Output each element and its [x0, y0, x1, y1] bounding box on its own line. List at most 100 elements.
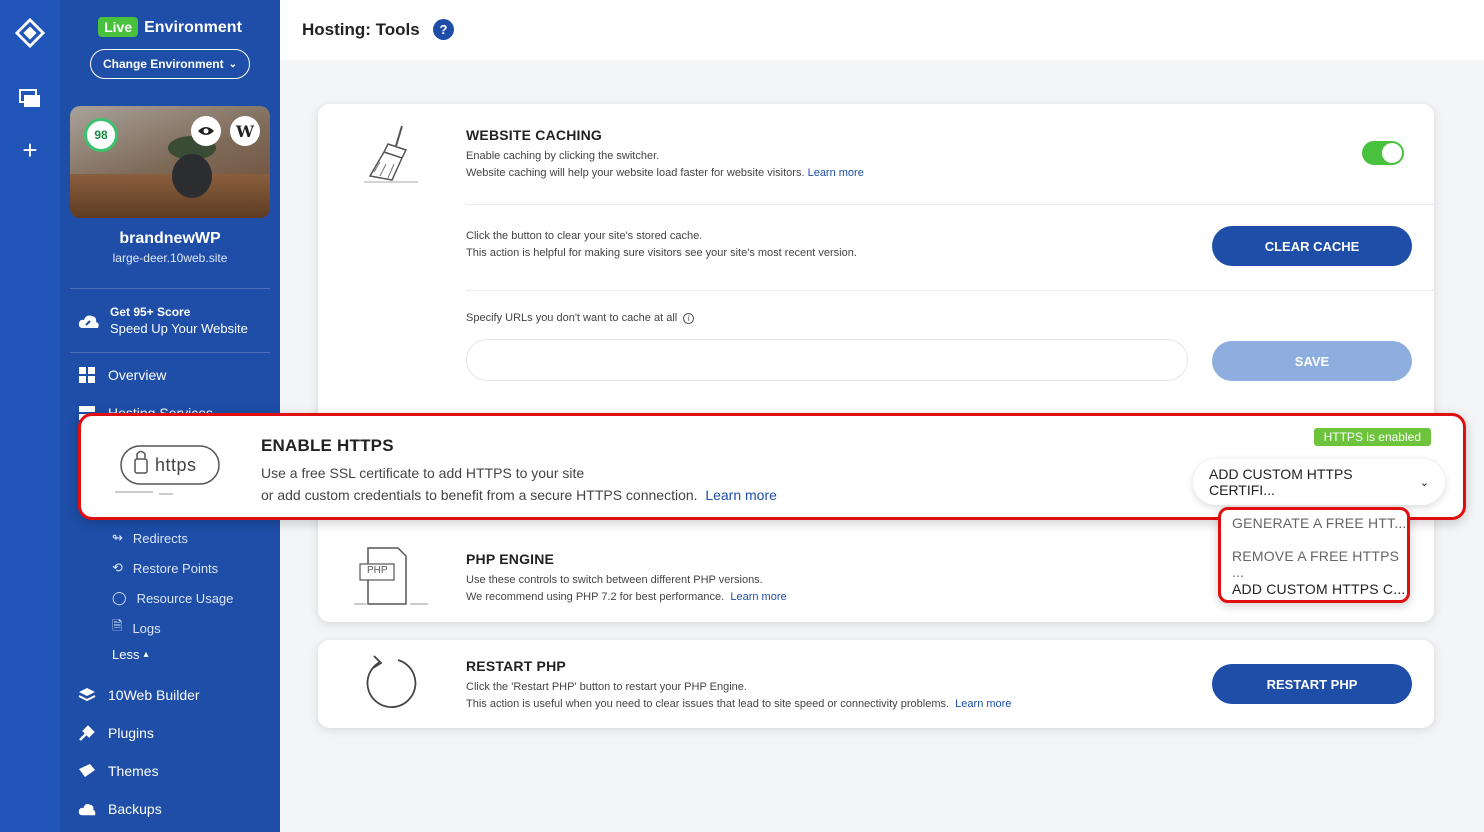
help-icon[interactable]: ? [433, 19, 454, 40]
thumbnail-pot [172, 154, 212, 198]
nav-overview-label: Overview [108, 367, 167, 383]
promo-subtitle: Speed Up Your Website [110, 321, 248, 336]
less-toggle-label: Less [112, 646, 140, 662]
https-logo-text: https [155, 455, 197, 475]
exclude-urls-label: Specify URLs you don't want to cache at … [466, 310, 695, 327]
php-engine-description: Use these controls to switch between dif… [466, 572, 787, 606]
restart-php-button[interactable]: RESTART PHP [1212, 664, 1412, 704]
sub-nav-redirects[interactable]: ↬ Redirects [112, 528, 188, 548]
add-icon[interactable]: + [15, 135, 45, 165]
clear-cache-desc-line2: This action is helpful for making sure v… [466, 247, 857, 259]
https-status-badge: HTTPS is enabled [1313, 428, 1431, 446]
page-title: Hosting: Tools [302, 20, 420, 39]
wordpress-icon[interactable]: W [230, 116, 260, 146]
chevron-up-icon: ▴ [143, 648, 149, 660]
environment-header: Live Environment [60, 17, 280, 37]
https-desc-line2: or add custom credentials to benefit fro… [261, 487, 698, 503]
caching-separator [466, 204, 1434, 205]
site-name: brandnewWP [119, 230, 221, 247]
restart-php-card: RESTART PHP Click the 'Restart PHP' butt… [318, 640, 1434, 728]
dropdown-option-generate[interactable]: GENERATE A FREE HTT... [1232, 515, 1407, 531]
website-caching-title: WEBSITE CACHING [466, 127, 602, 143]
sub-nav-logs-label: Logs [132, 620, 161, 636]
nav-themes[interactable]: Themes [78, 759, 268, 783]
php-learn-more-link[interactable]: Learn more [730, 591, 786, 603]
caching-desc-line1: Enable caching by clicking the switcher. [466, 150, 660, 162]
preview-eye-icon[interactable] [191, 116, 221, 146]
nav-themes-label: Themes [108, 763, 159, 779]
caching-learn-more-link[interactable]: Learn more [808, 167, 864, 179]
nav-overview[interactable]: Overview [78, 363, 268, 387]
nav-plugins-label: Plugins [108, 725, 154, 741]
restart-php-description: Click the 'Restart PHP' button to restar… [466, 679, 1011, 713]
change-environment-button[interactable]: Change Environment ⌄ [90, 49, 250, 79]
website-caching-card: WEBSITE CACHING Enable caching by clicki… [318, 104, 1434, 434]
nav-plugins[interactable]: Plugins [78, 721, 268, 745]
nav-backups-label: Backups [108, 801, 162, 817]
restart-desc-line1: Click the 'Restart PHP' button to restar… [466, 681, 747, 693]
info-icon[interactable]: i [683, 313, 695, 324]
php-desc-line1: Use these controls to switch between dif… [466, 574, 763, 586]
https-action-select[interactable]: ADD CUSTOM HTTPS CERTIFI... ⌄ [1193, 459, 1445, 505]
app-rail: + [0, 0, 60, 832]
caching-toggle[interactable] [1362, 141, 1404, 165]
save-button[interactable]: SAVE [1212, 341, 1412, 381]
resource-usage-icon: ◯ [112, 590, 127, 605]
clear-cache-button[interactable]: CLEAR CACHE [1212, 226, 1412, 266]
dropdown-option-remove[interactable]: REMOVE A FREE HTTPS ... [1232, 548, 1407, 580]
plug-icon [78, 724, 96, 742]
restart-learn-more-link[interactable]: Learn more [955, 698, 1011, 710]
layers-icon [78, 686, 96, 704]
sub-nav-restore-points[interactable]: ⟲ Restore Points [112, 558, 218, 578]
https-desc-line1: Use a free SSL certificate to add HTTPS … [261, 465, 585, 481]
cloud-backup-icon [78, 800, 96, 818]
performance-score: 98 [84, 118, 118, 152]
https-action-select-value: ADD CUSTOM HTTPS CERTIFI... [1209, 466, 1353, 498]
speed-up-promo[interactable]: Get 95+ Score Speed Up Your Website [78, 305, 268, 336]
restart-icon [366, 655, 417, 708]
change-environment-label: Change Environment [102, 57, 224, 71]
enable-https-description: Use a free SSL certificate to add HTTPS … [261, 462, 777, 506]
sub-nav-resource-usage[interactable]: ◯ Resource Usage [112, 588, 233, 608]
websites-icon[interactable] [15, 84, 45, 114]
site-url[interactable]: large-deer.10web.site [60, 251, 280, 265]
php-file-icon-label: PHP [367, 565, 388, 576]
cloud-speed-icon [78, 315, 99, 328]
grid-icon [78, 366, 96, 384]
caching-desc-line2: Website caching will help your website l… [466, 167, 805, 179]
chevron-down-icon: ⌄ [228, 58, 238, 70]
nav-10web-builder-label: 10Web Builder [108, 687, 200, 703]
clear-cache-description: Click the button to clear your site's st… [466, 228, 857, 262]
php-file-icon [354, 547, 428, 605]
exclude-urls-input[interactable] [466, 339, 1188, 381]
less-toggle[interactable]: Less ▴ [112, 644, 149, 664]
php-desc-line2: We recommend using PHP 7.2 for best perf… [466, 591, 725, 603]
logo-icon[interactable] [15, 17, 45, 49]
restore-icon: ⟲ [112, 560, 123, 575]
sub-nav-redirects-label: Redirects [132, 530, 188, 546]
document-icon: 🗎 [112, 618, 123, 633]
page-header: Hosting: Tools ? [280, 0, 1484, 60]
site-thumbnail[interactable]: 98 W [70, 106, 270, 218]
broom-icon [364, 125, 418, 183]
https-learn-more-link[interactable]: Learn more [705, 487, 777, 503]
sidebar-divider [70, 352, 270, 353]
dropdown-option-add-custom[interactable]: ADD CUSTOM HTTPS C... [1232, 581, 1406, 597]
sub-nav-resource-usage-label: Resource Usage [136, 590, 234, 606]
sidebar-divider [70, 288, 270, 289]
sub-nav-logs[interactable]: 🗎 Logs [112, 618, 161, 638]
website-caching-description: Enable caching by clicking the switcher.… [466, 148, 864, 182]
brush-icon [78, 762, 96, 780]
exclude-urls-label-text: Specify URLs you don't want to cache at … [466, 312, 678, 324]
enable-https-card: https ENABLE HTTPS Use a free SSL certif… [78, 413, 1466, 520]
nav-10web-builder[interactable]: 10Web Builder [78, 683, 268, 707]
restart-desc-line2: This action is useful when you need to c… [466, 698, 950, 710]
thumbnail-table [70, 174, 270, 218]
php-engine-title: PHP ENGINE [466, 551, 555, 567]
nav-backups[interactable]: Backups [78, 797, 268, 821]
environment-label: Environment [144, 19, 242, 36]
restart-php-title: RESTART PHP [466, 658, 566, 674]
clear-cache-desc-line1: Click the button to clear your site's st… [466, 230, 703, 242]
live-badge: Live [98, 17, 139, 37]
caching-separator [466, 290, 1434, 291]
